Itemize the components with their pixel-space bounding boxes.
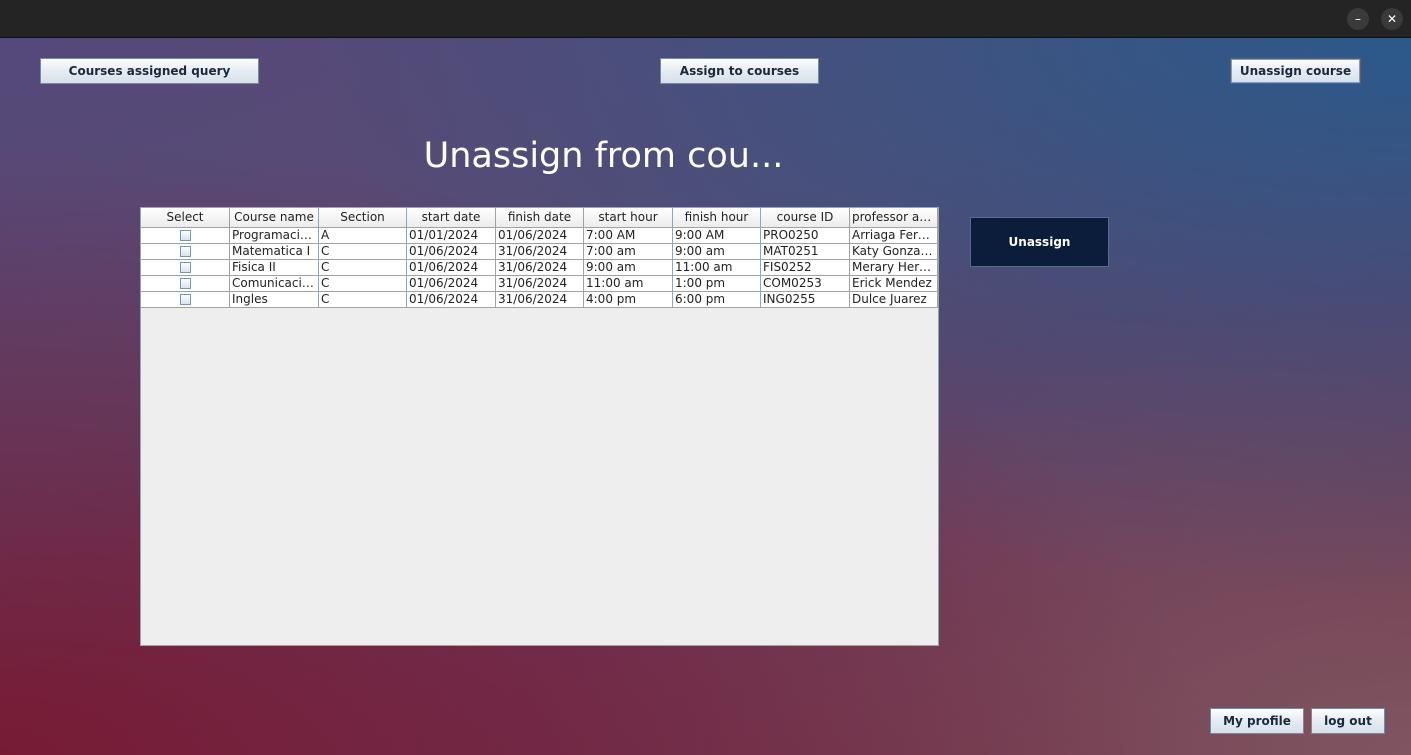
select-cell[interactable] bbox=[141, 244, 230, 260]
finish-hour-cell: 11:00 am bbox=[673, 260, 761, 276]
section-cell: C bbox=[319, 244, 407, 260]
column-header-professor[interactable]: professor ass... bbox=[850, 208, 938, 228]
minimize-icon[interactable]: – bbox=[1347, 8, 1369, 30]
select-cell[interactable] bbox=[141, 260, 230, 276]
start-date-cell: 01/06/2024 bbox=[407, 276, 496, 292]
select-checkbox[interactable] bbox=[179, 230, 191, 241]
course-name-cell: Comunicacio... bbox=[230, 276, 319, 292]
start-date-cell: 01/01/2024 bbox=[407, 228, 496, 244]
column-header-select[interactable]: Select bbox=[141, 208, 230, 228]
start-hour-cell: 4:00 pm bbox=[584, 292, 673, 308]
column-header-course-name[interactable]: Course name bbox=[230, 208, 319, 228]
course-name-cell: Matematica I bbox=[230, 244, 319, 260]
start-date-cell: 01/06/2024 bbox=[407, 292, 496, 308]
section-cell: C bbox=[319, 260, 407, 276]
professor-cell: Dulce Juarez bbox=[850, 292, 938, 308]
professor-cell: Katy Gonzales bbox=[850, 244, 938, 260]
course-name-cell: Ingles bbox=[230, 292, 319, 308]
select-checkbox[interactable] bbox=[179, 246, 191, 257]
column-header-section[interactable]: Section bbox=[319, 208, 407, 228]
section-cell: C bbox=[319, 276, 407, 292]
courses-table[interactable]: Select Course name Section start date fi… bbox=[140, 207, 939, 646]
unassign-course-button[interactable]: Unassign course bbox=[1230, 58, 1361, 84]
finish-date-cell: 31/06/2024 bbox=[496, 276, 584, 292]
column-header-start-date[interactable]: start date bbox=[407, 208, 496, 228]
select-cell[interactable] bbox=[141, 228, 230, 244]
start-date-cell: 01/06/2024 bbox=[407, 260, 496, 276]
table-header: Select Course name Section start date fi… bbox=[141, 208, 938, 228]
course-id-cell: COM0253 bbox=[761, 276, 850, 292]
start-hour-cell: 9:00 am bbox=[584, 260, 673, 276]
finish-date-cell: 01/06/2024 bbox=[496, 228, 584, 244]
finish-date-cell: 31/06/2024 bbox=[496, 244, 584, 260]
course-name-cell: Programacio... bbox=[230, 228, 319, 244]
start-hour-cell: 7:00 AM bbox=[584, 228, 673, 244]
finish-hour-cell: 9:00 AM bbox=[673, 228, 761, 244]
column-header-finish-date[interactable]: finish date bbox=[496, 208, 584, 228]
window-titlebar: – ✕ bbox=[0, 0, 1411, 38]
select-checkbox[interactable] bbox=[179, 294, 191, 305]
finish-date-cell: 31/06/2024 bbox=[496, 260, 584, 276]
select-checkbox[interactable] bbox=[179, 262, 191, 273]
course-name-cell: Fisica II bbox=[230, 260, 319, 276]
table-row[interactable]: Matematica I C 01/06/2024 31/06/2024 7:0… bbox=[141, 244, 938, 260]
table-row[interactable]: Ingles C 01/06/2024 31/06/2024 4:00 pm 6… bbox=[141, 292, 938, 308]
start-date-cell: 01/06/2024 bbox=[407, 244, 496, 260]
unassign-button[interactable]: Unassign bbox=[970, 217, 1109, 267]
app-content: Courses assigned query Assign to courses… bbox=[0, 38, 1411, 755]
my-profile-button[interactable]: My profile bbox=[1210, 708, 1304, 734]
course-id-cell: MAT0251 bbox=[761, 244, 850, 260]
start-hour-cell: 7:00 am bbox=[584, 244, 673, 260]
close-icon[interactable]: ✕ bbox=[1381, 8, 1403, 30]
column-header-course-id[interactable]: course ID bbox=[761, 208, 850, 228]
course-id-cell: PRO0250 bbox=[761, 228, 850, 244]
select-cell[interactable] bbox=[141, 292, 230, 308]
course-id-cell: ING0255 bbox=[761, 292, 850, 308]
table-row[interactable]: Programacio... A 01/01/2024 01/06/2024 7… bbox=[141, 228, 938, 244]
table-row[interactable]: Comunicacio... C 01/06/2024 31/06/2024 1… bbox=[141, 276, 938, 292]
column-header-finish-hour[interactable]: finish hour bbox=[673, 208, 761, 228]
section-cell: C bbox=[319, 292, 407, 308]
finish-date-cell: 31/06/2024 bbox=[496, 292, 584, 308]
professor-cell: Erick Mendez bbox=[850, 276, 938, 292]
select-cell[interactable] bbox=[141, 276, 230, 292]
courses-assigned-query-button[interactable]: Courses assigned query bbox=[40, 58, 259, 84]
table-row[interactable]: Fisica II C 01/06/2024 31/06/2024 9:00 a… bbox=[141, 260, 938, 276]
course-id-cell: FIS0252 bbox=[761, 260, 850, 276]
assign-to-courses-button[interactable]: Assign to courses bbox=[660, 58, 819, 84]
log-out-button[interactable]: log out bbox=[1311, 708, 1385, 734]
page-title: Unassign from cou... bbox=[423, 136, 784, 176]
finish-hour-cell: 9:00 am bbox=[673, 244, 761, 260]
professor-cell: Arriaga Fern... bbox=[850, 228, 938, 244]
start-hour-cell: 11:00 am bbox=[584, 276, 673, 292]
column-header-start-hour[interactable]: start hour bbox=[584, 208, 673, 228]
professor-cell: Merary Hern... bbox=[850, 260, 938, 276]
select-checkbox[interactable] bbox=[179, 278, 191, 289]
section-cell: A bbox=[319, 228, 407, 244]
finish-hour-cell: 1:00 pm bbox=[673, 276, 761, 292]
finish-hour-cell: 6:00 pm bbox=[673, 292, 761, 308]
